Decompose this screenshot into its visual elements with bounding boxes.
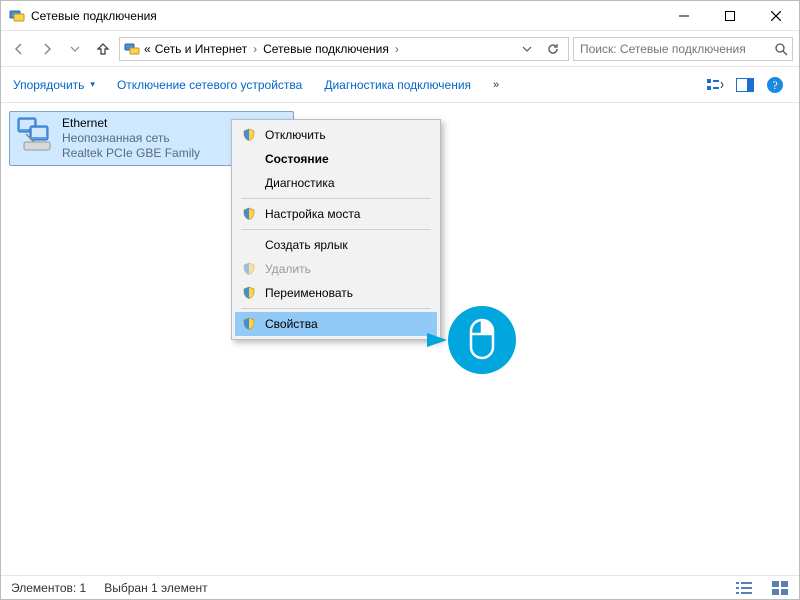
disable-device-command[interactable]: Отключение сетевого устройства — [117, 78, 302, 92]
titlebar: Сетевые подключения — [1, 1, 799, 31]
adapter-name: Ethernet — [62, 116, 200, 131]
help-button[interactable]: ? — [763, 73, 787, 97]
shield-icon — [241, 262, 257, 276]
overflow-button[interactable]: » — [493, 79, 499, 91]
forward-button[interactable] — [35, 37, 59, 61]
ctx-shortcut[interactable]: Создать ярлык — [235, 233, 437, 257]
close-button[interactable] — [753, 1, 799, 30]
search-box[interactable] — [573, 37, 793, 61]
adapter-text: Ethernet Неопознанная сеть Realtek PCIe … — [62, 116, 200, 161]
navbar: « Сеть и Интернет › Сетевые подключения … — [1, 31, 799, 67]
status-selection: Выбран 1 элемент — [104, 581, 207, 595]
ctx-shortcut-label: Создать ярлык — [265, 238, 348, 252]
up-button[interactable] — [91, 37, 115, 61]
ctx-properties[interactable]: Свойства — [235, 312, 437, 336]
diagnose-command[interactable]: Диагностика подключения — [324, 78, 471, 92]
ctx-disable[interactable]: Отключить — [235, 123, 437, 147]
ctx-properties-label: Свойства — [265, 317, 318, 331]
view-options-button[interactable] — [703, 73, 727, 97]
shield-icon — [241, 286, 257, 300]
breadcrumb-part1[interactable]: Сеть и Интернет — [155, 42, 247, 56]
ctx-delete-label: Удалить — [265, 262, 311, 276]
maximize-button[interactable] — [707, 1, 753, 30]
details-view-button[interactable] — [735, 579, 753, 597]
chevron-right-icon: › — [251, 42, 259, 56]
status-bar: Элементов: 1 Выбран 1 элемент — [1, 575, 799, 599]
ctx-rename[interactable]: Переименовать — [235, 281, 437, 305]
back-button[interactable] — [7, 37, 31, 61]
window-title: Сетевые подключения — [31, 9, 661, 23]
separator — [241, 198, 431, 199]
chevron-right-icon: › — [393, 42, 401, 56]
status-count: Элементов: 1 — [11, 581, 86, 595]
ctx-diagnostics-label: Диагностика — [265, 176, 335, 190]
search-input[interactable] — [578, 41, 774, 57]
minimize-button[interactable] — [661, 1, 707, 30]
network-adapter-icon — [16, 116, 56, 152]
svg-text:?: ? — [772, 78, 777, 92]
organize-label: Упорядочить — [13, 78, 84, 92]
address-bar[interactable]: « Сеть и Интернет › Сетевые подключения … — [119, 37, 569, 61]
adapter-status: Неопознанная сеть — [62, 131, 200, 146]
ctx-delete[interactable]: Удалить — [235, 257, 437, 281]
ctx-bridge-label: Настройка моста — [265, 207, 360, 221]
ctx-rename-label: Переименовать — [265, 286, 353, 300]
shield-icon — [241, 207, 257, 221]
location-icon — [124, 41, 140, 57]
refresh-button[interactable] — [542, 38, 564, 60]
command-bar: Упорядочить Отключение сетевого устройст… — [1, 67, 799, 103]
ctx-disable-label: Отключить — [265, 128, 326, 142]
organize-menu[interactable]: Упорядочить — [13, 78, 95, 92]
breadcrumb-part2[interactable]: Сетевые подключения — [263, 42, 389, 56]
ctx-status[interactable]: Состояние — [235, 147, 437, 171]
window-buttons — [661, 1, 799, 30]
shield-icon — [241, 128, 257, 142]
preview-pane-button[interactable] — [733, 73, 757, 97]
large-icons-view-button[interactable] — [771, 579, 789, 597]
breadcrumb-prefix: « — [144, 42, 151, 56]
shield-icon — [241, 317, 257, 331]
context-menu: Отключить Состояние Диагностика Настройк… — [231, 119, 441, 340]
separator — [241, 308, 431, 309]
search-icon[interactable] — [774, 42, 788, 56]
app-icon — [9, 8, 25, 24]
ctx-bridge[interactable]: Настройка моста — [235, 202, 437, 226]
recent-dropdown[interactable] — [63, 37, 87, 61]
ctx-status-label: Состояние — [265, 152, 329, 166]
adapter-device: Realtek PCIe GBE Family — [62, 146, 200, 161]
ctx-diagnostics[interactable]: Диагностика — [235, 171, 437, 195]
address-dropdown[interactable] — [516, 38, 538, 60]
separator — [241, 229, 431, 230]
